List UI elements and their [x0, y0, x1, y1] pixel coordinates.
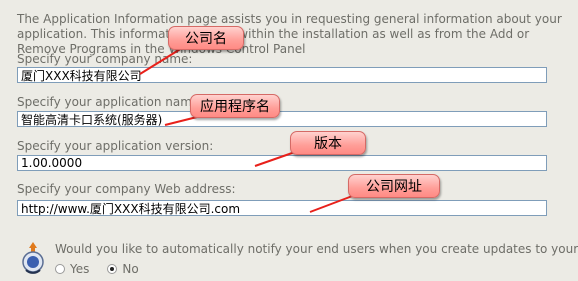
- radio-unchecked-icon: [55, 264, 65, 274]
- notify-yes-label: Yes: [70, 262, 90, 276]
- notify-yes-radio[interactable]: Yes: [55, 262, 89, 276]
- application-version-label: Specify your application version:: [17, 139, 214, 153]
- intro-text: The Application Information page assists…: [17, 12, 562, 57]
- annotation-web-address: 公司网址: [348, 174, 440, 198]
- web-address-input[interactable]: [17, 200, 547, 216]
- intro-line-1: The Application Information page assists…: [17, 12, 562, 26]
- notify-question: Would you like to automatically notify y…: [55, 242, 578, 256]
- annotation-version: 版本: [290, 131, 366, 155]
- annotation-company-name: 公司名: [168, 26, 244, 50]
- notify-no-radio[interactable]: No: [107, 262, 139, 276]
- company-name-input[interactable]: [17, 67, 547, 83]
- radio-checked-icon: [107, 264, 118, 274]
- notify-radio-group: Yes No: [55, 262, 157, 276]
- annotation-application-name: 应用程序名: [190, 94, 280, 118]
- application-version-input[interactable]: [17, 155, 547, 171]
- application-name-label: Specify your application name:: [17, 95, 204, 109]
- notify-no-label: No: [122, 262, 139, 276]
- company-name-label: Specify your company name:: [17, 52, 193, 66]
- application-name-input[interactable]: [17, 111, 547, 127]
- web-address-label: Specify your company Web address:: [17, 182, 236, 196]
- update-notify-icon: [22, 242, 44, 274]
- intro-line-2: application. This information is used wi…: [17, 27, 530, 41]
